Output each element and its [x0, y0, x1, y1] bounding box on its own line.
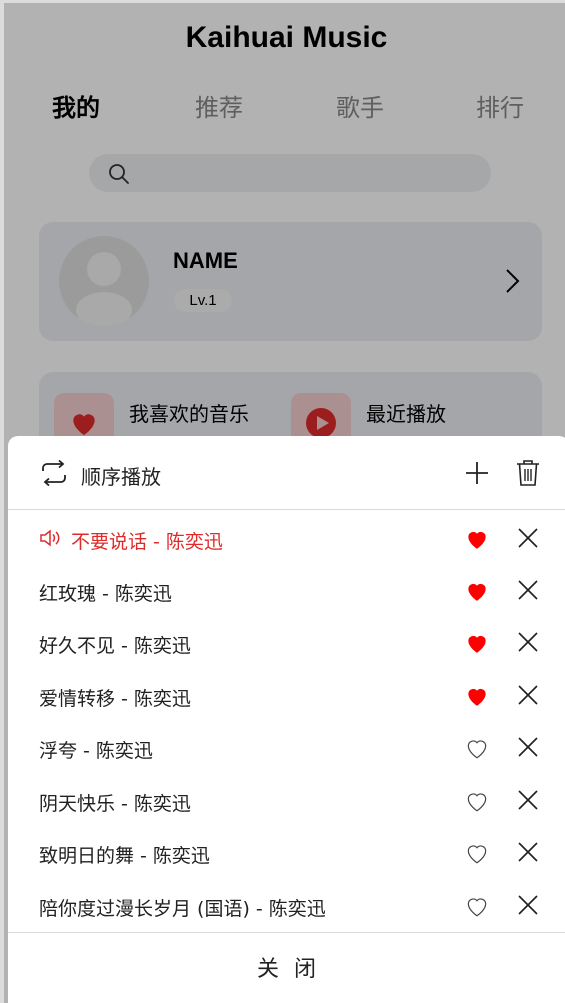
song-title[interactable]: 阴天快乐 - 陈奕迅	[39, 789, 191, 816]
song-title[interactable]: 致明日的舞 - 陈奕迅	[39, 841, 210, 868]
close-icon[interactable]	[517, 631, 539, 653]
song-row[interactable]: 不要说话 - 陈奕迅	[8, 513, 565, 565]
playlist-sheet: 顺序播放 不要说话 - 陈奕迅红玫瑰 - 陈奕迅 好久不见 - 陈奕迅 爱情转移 -…	[8, 436, 565, 1003]
song-title[interactable]: 浮夸 - 陈奕迅	[39, 736, 153, 763]
close-icon[interactable]	[517, 894, 539, 916]
heart-icon[interactable]	[464, 735, 490, 761]
close-icon[interactable]	[517, 736, 539, 758]
song-title[interactable]: 红玫瑰 - 陈奕迅	[39, 579, 172, 606]
close-icon[interactable]	[517, 579, 539, 601]
song-row[interactable]: 致明日的舞 - 陈奕迅	[8, 827, 565, 879]
heart-icon[interactable]	[464, 526, 490, 552]
heart-icon[interactable]	[464, 788, 490, 814]
heart-icon[interactable]	[464, 840, 490, 866]
app-window: Kaihuai Music 我的 推荐 歌手 排行 NAME Lv.1 我喜欢的…	[0, 0, 565, 1003]
song-title[interactable]: 陪你度过漫长岁月 (国语) - 陈奕迅	[39, 894, 326, 921]
heart-icon[interactable]	[464, 683, 490, 709]
close-button[interactable]: 关 闭	[8, 932, 565, 1003]
song-row[interactable]: 爱情转移 - 陈奕迅	[8, 670, 565, 722]
playlist-header: 顺序播放	[8, 436, 565, 510]
song-row[interactable]: 浮夸 - 陈奕迅	[8, 722, 565, 774]
close-icon[interactable]	[517, 789, 539, 811]
song-title[interactable]: 不要说话 - 陈奕迅	[71, 527, 223, 554]
song-title[interactable]: 爱情转移 - 陈奕迅	[39, 684, 191, 711]
close-icon[interactable]	[517, 841, 539, 863]
song-row[interactable]: 陪你度过漫长岁月 (国语) - 陈奕迅	[8, 880, 565, 932]
play-mode-label[interactable]: 顺序播放	[81, 461, 161, 490]
repeat-icon[interactable]	[39, 460, 69, 486]
heart-icon[interactable]	[464, 578, 490, 604]
add-icon[interactable]	[464, 460, 490, 486]
song-title[interactable]: 好久不见 - 陈奕迅	[39, 631, 191, 658]
song-row[interactable]: 红玫瑰 - 陈奕迅	[8, 565, 565, 617]
heart-icon[interactable]	[464, 630, 490, 656]
song-row[interactable]: 好久不见 - 陈奕迅	[8, 617, 565, 669]
close-icon[interactable]	[517, 684, 539, 706]
heart-icon[interactable]	[464, 893, 490, 919]
song-row[interactable]: 阴天快乐 - 陈奕迅	[8, 775, 565, 827]
speaker-icon	[40, 529, 60, 547]
trash-icon[interactable]	[515, 459, 541, 487]
close-icon[interactable]	[517, 527, 539, 549]
